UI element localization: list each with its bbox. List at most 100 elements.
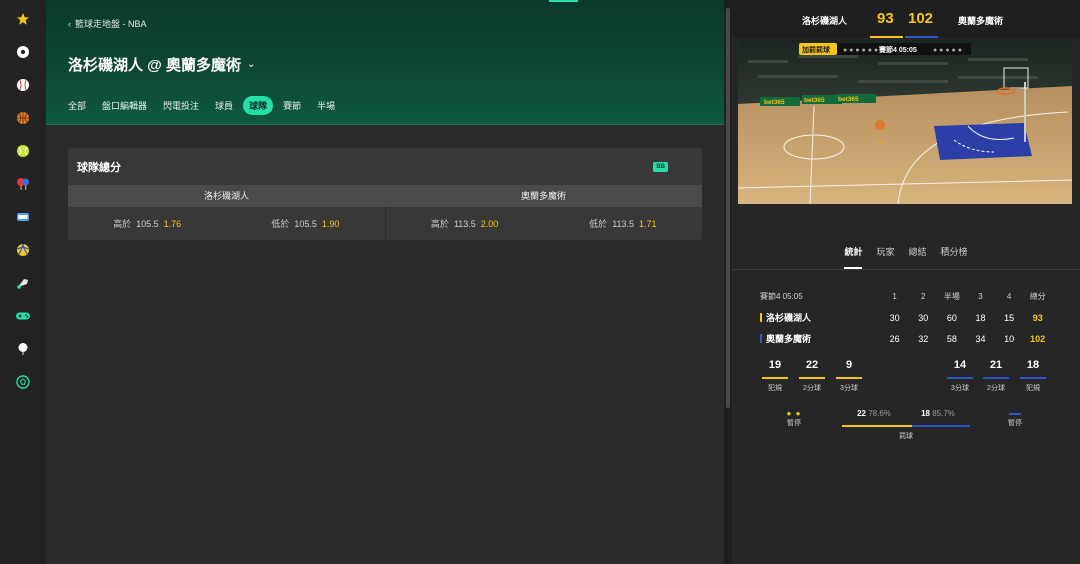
sports-nav-rail — [0, 0, 46, 564]
col-q1: 1 — [892, 292, 897, 301]
odd-label: 高於 — [430, 219, 449, 229]
tab-stats[interactable]: 統計 — [844, 243, 863, 269]
home-color-line — [870, 36, 903, 38]
bet-builder-badge: BB — [653, 161, 668, 172]
esports-icon[interactable] — [13, 306, 33, 326]
ft-bar-home — [842, 425, 913, 427]
stat-label: 2分球 — [987, 385, 1005, 392]
timeout-dots-away — [995, 410, 1035, 418]
team-name: 洛杉磯湖人 — [766, 313, 812, 323]
ad-text-1: bet365 — [764, 99, 785, 106]
tab-half[interactable]: 半場 — [311, 96, 341, 115]
q3-score: 18 — [975, 312, 986, 323]
badminton-icon[interactable] — [13, 273, 33, 293]
timeout-dots: ● ● — [786, 409, 802, 418]
col-q4: 4 — [1006, 292, 1012, 301]
tab-all[interactable]: 全部 — [62, 96, 92, 115]
tab-quarters[interactable]: 賽節 — [277, 96, 307, 115]
scorebar-away-team: 奧蘭多魔術 — [958, 16, 1004, 26]
odd-price: 1.90 — [321, 218, 340, 229]
tab-bet-builder[interactable]: 盤口編輯器 — [96, 96, 153, 115]
stat-label: 犯規 — [1026, 385, 1040, 392]
market-tabs: 全部 盤口編輯器 閃電投注 球員 球隊 賽節 半場 — [62, 96, 341, 115]
scorebar-home-team: 洛杉磯湖人 — [802, 16, 848, 26]
home-foul-dots: ● ● ● ● ● ● — [843, 47, 878, 54]
live-match-panel: 洛杉磯湖人 93 102 奧蘭多魔術 bet365 bet365 bet365 … — [732, 0, 1080, 564]
back-chevron-icon[interactable]: ‹ — [68, 19, 71, 29]
odd-away-under[interactable]: 低於 113.5 1.71 — [544, 207, 702, 240]
odd-label: 高於 — [113, 219, 132, 229]
tennis-icon[interactable] — [13, 141, 33, 161]
table-tennis-icon[interactable] — [13, 174, 33, 194]
q3-score: 34 — [975, 333, 986, 344]
home-3pt-stat: 9 3分球 — [834, 359, 864, 393]
stat-value: 9 — [845, 359, 853, 371]
breadcrumb-label[interactable]: 籃球走地盤 - NBA — [75, 17, 147, 30]
tab-teams[interactable]: 球隊 — [243, 96, 274, 115]
col-half: 半場 — [943, 292, 960, 301]
stat-underline — [1020, 377, 1046, 379]
timeouts-label: 暫停 — [1008, 420, 1022, 427]
free-throws-stat: 22 78.6% 18 85.7% 罰球 — [842, 406, 970, 441]
away-2pt-stat: 21 2分球 — [981, 359, 1011, 393]
away-3pt-stat: 14 3分球 — [945, 359, 975, 393]
ft-away-value: 18 — [921, 408, 930, 418]
court-banner-tag: 加罰罰球 — [801, 45, 831, 54]
odd-line: 113.5 — [612, 218, 635, 229]
event-header: ‹ 籃球走地盤 - NBA 洛杉磯湖人 @ 奧蘭多魔術 ⌄ 全部 盤口編輯器 閃… — [46, 0, 724, 125]
stat-label: 3分球 — [840, 385, 858, 392]
soccer-icon[interactable] — [13, 42, 33, 62]
odds-row: 高於 105.5 1.76 低於 105.5 1.90 高於 113.5 2.0… — [68, 207, 702, 240]
odd-line: 105.5 — [294, 218, 317, 229]
top-accent-line — [549, 0, 578, 2]
scrollbar[interactable] — [726, 8, 730, 408]
odds-group-away: 高於 113.5 2.00 低於 113.5 1.71 — [386, 207, 703, 240]
ball-icon[interactable] — [13, 372, 33, 392]
team-color-bar — [760, 313, 762, 322]
tab-players[interactable]: 球員 — [209, 96, 239, 115]
stat-value: 18 — [1026, 359, 1040, 371]
stat-value: 19 — [768, 359, 782, 371]
tab-standings[interactable]: 積分榜 — [941, 243, 968, 269]
odd-label: 低於 — [589, 219, 608, 229]
away-fouls-stat: 18 犯規 — [1018, 359, 1048, 393]
score-table-period: 賽節4 05:05 — [760, 292, 803, 301]
breadcrumb[interactable]: ‹ 籃球走地盤 - NBA — [68, 17, 147, 30]
event-title-text: 洛杉磯湖人 @ 奧蘭多魔術 — [68, 57, 241, 74]
tab-quick-bet[interactable]: 閃電投注 — [157, 96, 205, 115]
stat-value: 22 — [805, 359, 819, 371]
ad-text-2: bet365 — [804, 97, 825, 104]
court-status-banner: 加罰罰球 ● ● ● ● ● ● 賽節4 05:05 ● ● ● ● ● — [799, 43, 971, 55]
volleyball-icon[interactable] — [13, 207, 33, 227]
stat-underline — [799, 377, 825, 379]
chevron-down-icon[interactable]: ⌄ — [247, 59, 255, 70]
tab-players[interactable]: 玩家 — [876, 243, 894, 269]
favorites-icon[interactable] — [13, 9, 33, 29]
odd-away-over[interactable]: 高於 113.5 2.00 — [386, 207, 544, 240]
half-score: 60 — [946, 312, 957, 323]
baseball-icon[interactable] — [13, 75, 33, 95]
tab-summary[interactable]: 總結 — [909, 243, 927, 269]
stat-label: 犯規 — [768, 385, 782, 392]
odd-price: 1.76 — [163, 218, 182, 229]
away-color-line — [905, 36, 938, 38]
market-header[interactable]: 球隊總分 BB — [68, 148, 702, 185]
table-row: 奧蘭多魔術 26 32 58 34 10 102 — [760, 328, 1052, 349]
scorebar-away-score: 102 — [908, 10, 934, 27]
basketball-icon[interactable] — [13, 108, 33, 128]
odd-home-over[interactable]: 高於 105.5 1.76 — [68, 207, 226, 240]
stat-label: 2分球 — [803, 385, 821, 392]
team-totals-market: 球隊總分 BB 洛杉磯湖人 奧蘭多魔術 高於 105.5 1.76 低於 105… — [68, 148, 702, 240]
odd-home-under[interactable]: 低於 105.5 1.90 — [226, 207, 384, 240]
odd-line: 113.5 — [453, 218, 476, 229]
q2-score: 30 — [918, 312, 929, 323]
quarter-score-table: 賽節4 05:05 1 2 半場 3 4 總分 洛杉磯湖人 30 30 60 1… — [760, 286, 1052, 349]
ft-home-value: 22 — [857, 408, 866, 418]
stat-label: 3分球 — [951, 385, 969, 392]
home-timeouts: ● ● 暫停 — [774, 410, 814, 428]
rugby-icon[interactable] — [13, 240, 33, 260]
q4-score: 10 — [1004, 333, 1015, 344]
golf-icon[interactable] — [13, 339, 33, 359]
event-title[interactable]: 洛杉磯湖人 @ 奧蘭多魔術 ⌄ — [68, 54, 255, 75]
score-bar: 洛杉磯湖人 93 102 奧蘭多魔術 — [732, 0, 1080, 38]
